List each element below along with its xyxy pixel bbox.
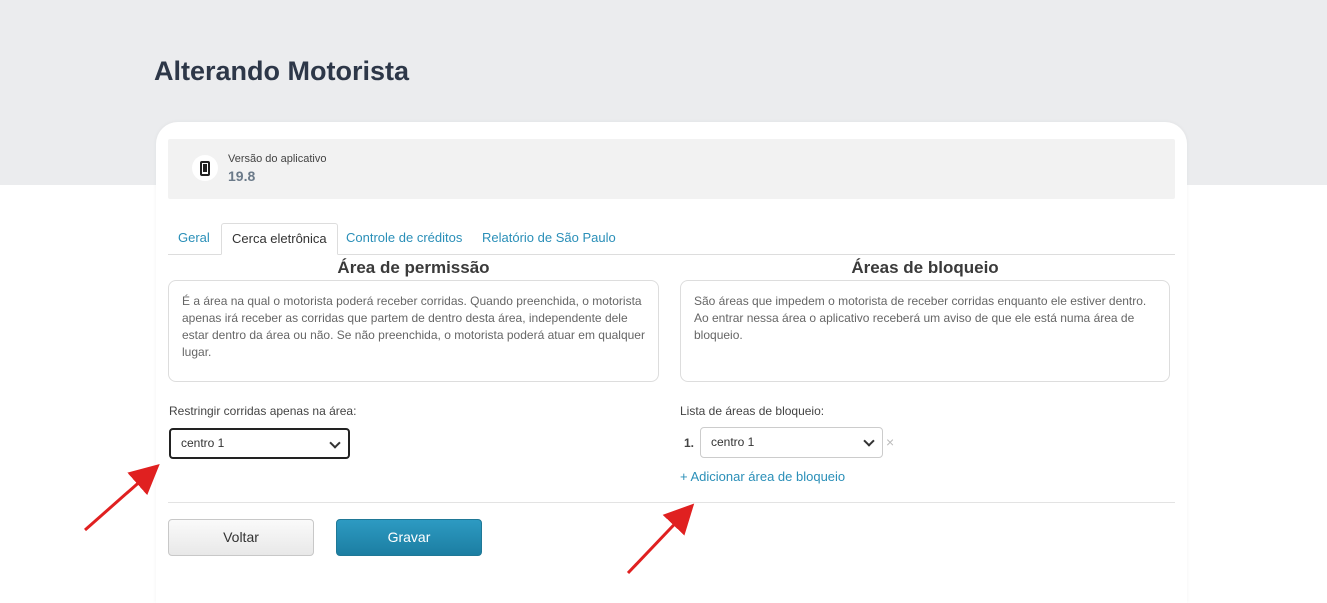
permission-description-box: É a área na qual o motorista poderá rece… [168, 280, 659, 382]
app-version-label: Versão do aplicativo [228, 153, 327, 165]
annotation-arrow-left [84, 464, 160, 532]
blocking-area-select[interactable]: centro 1 [700, 427, 883, 458]
tab-geral[interactable]: Geral [168, 223, 220, 255]
save-button[interactable]: Gravar [336, 519, 482, 556]
page-title: Alterando Motorista [154, 56, 410, 86]
app-version-value: 19.8 [228, 168, 256, 184]
tab-relatorio-sao-paulo[interactable]: Relatório de São Paulo [472, 223, 626, 255]
back-button[interactable]: Voltar [168, 519, 314, 556]
chevron-down-icon [863, 435, 875, 447]
blocking-description-2: Ao entrar nessa área o aplicativo recebe… [694, 311, 1135, 342]
blocking-title: Áreas de bloqueio [851, 258, 999, 277]
driver-form-card: Versão do aplicativo 19.8 Geral Cerca el… [156, 122, 1187, 603]
blocking-area-selected: centro 1 [711, 435, 755, 449]
blocking-description-1: São áreas que impedem o motorista de rec… [694, 294, 1147, 308]
tab-controle-de-creditos[interactable]: Controle de créditos [336, 223, 472, 255]
blocking-description-box: São áreas que impedem o motorista de rec… [680, 280, 1170, 382]
permission-description: É a área na qual o motorista poderá rece… [182, 294, 645, 359]
phone-icon [200, 161, 210, 176]
remove-blocking-area-icon[interactable]: × [886, 434, 894, 450]
chevron-down-icon [329, 437, 341, 449]
tab-cerca-eletronica[interactable]: Cerca eletrônica [221, 223, 338, 255]
permission-area-selected: centro 1 [181, 436, 225, 450]
permission-area-select[interactable]: centro 1 [169, 428, 350, 459]
phone-icon-circle [192, 155, 218, 181]
blocking-field-label: Lista de áreas de bloqueio: [680, 404, 825, 418]
permission-field-label: Restringir corridas apenas na área: [169, 404, 357, 418]
divider [168, 502, 1175, 503]
app-version-panel: Versão do aplicativo 19.8 [168, 139, 1175, 199]
tab-bar: Geral Cerca eletrônica Controle de crédi… [168, 223, 1175, 255]
add-blocking-area-link[interactable]: + Adicionar área de bloqueio [680, 469, 845, 484]
blocking-item-number: 1. [684, 436, 695, 450]
permission-title: Área de permissão [337, 258, 490, 277]
